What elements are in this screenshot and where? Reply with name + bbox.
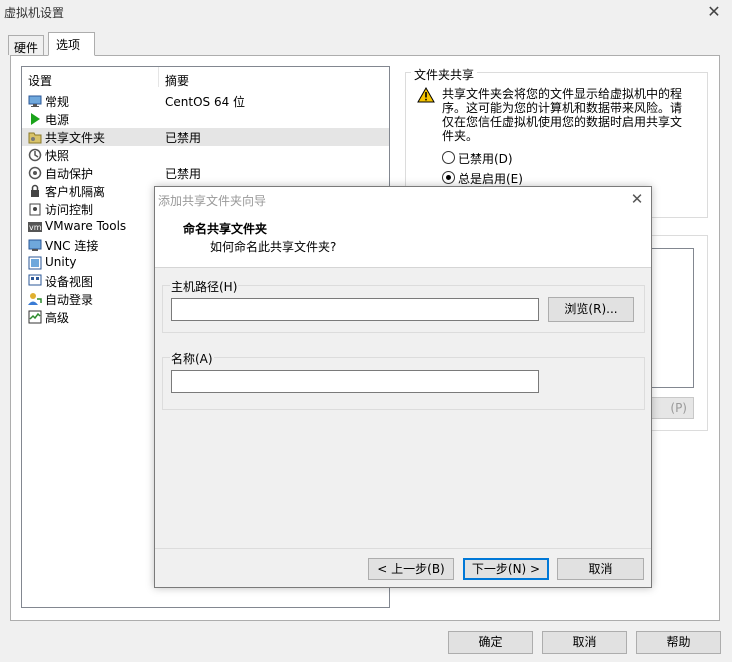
monitor-icon bbox=[28, 94, 42, 108]
window-close-icon[interactable]: ✕ bbox=[704, 2, 724, 22]
lock-icon bbox=[28, 184, 42, 198]
device-view-icon bbox=[28, 274, 42, 288]
access-control-icon bbox=[28, 202, 42, 216]
sharing-warning-text: 共享文件夹会将您的文件显示给虚拟机中的程序。这可能为您的计算机和数据带来风险。请… bbox=[442, 87, 683, 143]
wizard-cancel-button[interactable]: 取消 bbox=[557, 558, 644, 580]
settings-row-label: 自动保护 bbox=[45, 167, 94, 181]
autoprotect-icon bbox=[28, 166, 42, 180]
properties-button[interactable]: (P) bbox=[648, 397, 694, 419]
host-path-label: 主机路径(H) bbox=[170, 278, 239, 295]
wizard-subheading: 如何命名此共享文件夹? bbox=[210, 240, 337, 254]
settings-row[interactable]: 快照 bbox=[22, 146, 389, 164]
settings-row-label: 设备视图 bbox=[45, 275, 94, 289]
back-button[interactable]: < 上一步(B) bbox=[368, 558, 454, 580]
settings-row-label: Unity bbox=[45, 255, 77, 269]
column-divider[interactable] bbox=[158, 67, 159, 87]
wizard-close-icon[interactable]: ✕ bbox=[628, 190, 646, 208]
folders-list[interactable] bbox=[648, 248, 694, 388]
wizard-heading: 命名共享文件夹 bbox=[183, 222, 268, 236]
settings-row-label: 共享文件夹 bbox=[45, 131, 106, 145]
settings-row[interactable]: 共享文件夹 已禁用 bbox=[22, 128, 389, 146]
help-button[interactable]: 帮助 bbox=[636, 631, 721, 654]
wizard-title: 添加共享文件夹向导 bbox=[158, 194, 267, 208]
radio-always-enabled-circle[interactable] bbox=[442, 171, 455, 184]
window-title: 虚拟机设置 bbox=[4, 6, 65, 20]
vm-icon: vm bbox=[28, 220, 42, 234]
cancel-button[interactable]: 取消 bbox=[542, 631, 627, 654]
settings-row-label: 访问控制 bbox=[45, 203, 94, 217]
wizard-divider bbox=[155, 548, 651, 549]
name-label: 名称(A) bbox=[170, 350, 214, 367]
next-button[interactable]: 下一步(N) > bbox=[463, 558, 549, 580]
settings-row-label: 快照 bbox=[45, 149, 70, 163]
radio-disabled-label[interactable]: 已禁用(D) bbox=[458, 150, 513, 167]
name-input[interactable] bbox=[171, 370, 539, 393]
shared-folder-icon bbox=[28, 130, 42, 144]
svg-text:vm: vm bbox=[29, 223, 42, 232]
settings-row-label: 电源 bbox=[45, 113, 70, 127]
settings-row[interactable]: 常规 CentOS 64 位 bbox=[22, 92, 389, 110]
settings-row-summary: CentOS 64 位 bbox=[165, 95, 246, 109]
settings-row-label: VNC 连接 bbox=[45, 239, 99, 253]
host-path-input[interactable] bbox=[171, 298, 539, 321]
browse-button[interactable]: 浏览(R)... bbox=[548, 297, 634, 322]
warning-icon bbox=[417, 86, 435, 106]
settings-row[interactable]: 电源 bbox=[22, 110, 389, 128]
autologin-icon bbox=[28, 292, 42, 306]
column-header-summary[interactable]: 摘要 bbox=[165, 72, 189, 89]
settings-row-label: 客户机隔离 bbox=[45, 185, 106, 199]
tab-hardware[interactable]: 硬件 bbox=[8, 35, 45, 55]
settings-row-summary: 已禁用 bbox=[165, 167, 202, 181]
settings-row-label: 自动登录 bbox=[45, 293, 94, 307]
tab-options[interactable]: 选项 bbox=[48, 32, 96, 56]
settings-row-label: 常规 bbox=[45, 95, 70, 109]
settings-row[interactable]: 自动保护 已禁用 bbox=[22, 164, 389, 182]
vnc-icon bbox=[28, 238, 42, 252]
folder-sharing-title: 文件夹共享 bbox=[411, 66, 478, 83]
column-header-setting[interactable]: 设置 bbox=[28, 72, 52, 89]
unity-icon bbox=[28, 256, 42, 270]
ok-button[interactable]: 确定 bbox=[448, 631, 533, 654]
snapshot-icon bbox=[28, 148, 42, 162]
radio-disabled-circle[interactable] bbox=[442, 151, 455, 164]
play-icon bbox=[28, 112, 42, 126]
radio-always-enabled-label[interactable]: 总是启用(E) bbox=[458, 170, 523, 187]
settings-row-label: 高级 bbox=[45, 311, 70, 325]
settings-row-label: VMware Tools bbox=[45, 219, 127, 233]
advanced-icon bbox=[28, 310, 42, 324]
settings-row-summary: 已禁用 bbox=[165, 131, 202, 145]
